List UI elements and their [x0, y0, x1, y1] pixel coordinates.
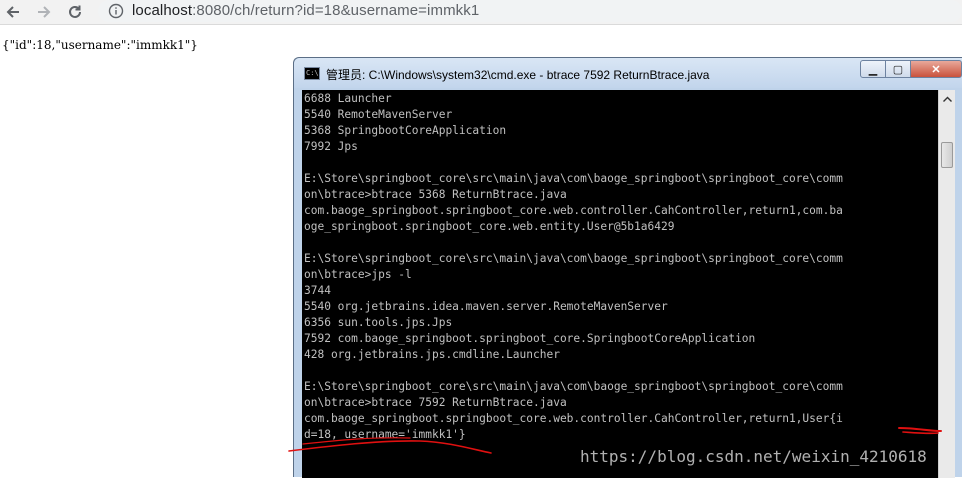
console-line: 7592 com.baoge_springboot.springboot_cor… — [304, 332, 756, 345]
console-line: 5368 SpringbootCoreApplication — [304, 124, 507, 137]
close-button[interactable]: ✕ — [910, 60, 962, 78]
scroll-up-button[interactable] — [939, 90, 955, 107]
console-output[interactable]: 6688 Launcher 5540 RemoteMavenServer 536… — [302, 90, 938, 478]
watermark-text: https://blog.csdn.net/weixin_4210618 — [580, 447, 927, 466]
close-icon: ✕ — [931, 63, 941, 76]
console-line: on\btrace>btrace 5368 ReturnBtrace.java — [304, 188, 567, 201]
url-text[interactable]: localhost:8080/ch/return?id=18&username=… — [132, 2, 479, 19]
console-line: on\btrace>btrace 7592 ReturnBtrace.java — [304, 396, 567, 409]
chevron-up-icon — [942, 96, 952, 102]
console-scrollbar[interactable] — [938, 90, 955, 478]
cmd-window: C:\ 管理员: C:\Windows\system32\cmd.exe - b… — [293, 57, 962, 478]
cmd-app-icon[interactable]: C:\ — [304, 67, 320, 80]
reload-icon — [69, 5, 81, 18]
url-host: localhost — [132, 2, 193, 19]
console-line: 6356 sun.tools.jps.Jps — [304, 316, 453, 329]
arrow-right-icon — [38, 6, 51, 18]
console-line: E:\Store\springboot_core\src\main\java\c… — [304, 252, 843, 265]
address-bar[interactable]: localhost:8080/ch/return?id=18&username=… — [98, 0, 962, 22]
back-button[interactable] — [2, 1, 24, 23]
console-line: com.baoge_springboot.springboot_core.web… — [304, 204, 843, 217]
console-line: com.baoge_springboot.springboot_core.web… — [304, 412, 843, 425]
cmd-window-title: 管理员: C:\Windows\system32\cmd.exe - btrac… — [326, 68, 710, 82]
browser-toolbar: localhost:8080/ch/return?id=18&username=… — [0, 0, 962, 25]
console-line: 5540 org.jetbrains.idea.maven.server.Rem… — [304, 300, 668, 313]
console-line: 7992 Jps — [304, 140, 358, 153]
reload-button[interactable] — [64, 1, 86, 23]
console-line: 428 org.jetbrains.jps.cmdline.Launcher — [304, 348, 560, 361]
scrollbar-thumb[interactable] — [941, 142, 953, 168]
console-line: on\btrace>jps -l — [304, 268, 412, 281]
minimize-icon: ▁ — [868, 63, 878, 76]
cmd-icon-text: C:\ — [306, 69, 319, 77]
json-response-text: {"id":18,"username":"immkk1"} — [2, 38, 198, 52]
maximize-icon: ▢ — [892, 63, 904, 76]
console-line: d=18, username='immkk1'} — [304, 428, 466, 441]
console-line: oge_springboot.springboot_core.web.entit… — [304, 220, 675, 233]
console-lines: 6688 Launcher 5540 RemoteMavenServer 536… — [304, 91, 843, 443]
minimize-button[interactable]: ▁ — [860, 60, 886, 78]
console-line: 3744 — [304, 284, 331, 297]
cmd-titlebar[interactable]: C:\ 管理员: C:\Windows\system32\cmd.exe - b… — [294, 58, 962, 88]
console-line: 6688 Launcher — [304, 92, 392, 105]
url-path: :8080/ch/return?id=18&username=immkk1 — [192, 2, 480, 19]
maximize-button[interactable]: ▢ — [885, 60, 911, 78]
console-line: 5540 RemoteMavenServer — [304, 108, 453, 121]
info-icon[interactable] — [108, 3, 124, 19]
console-line: E:\Store\springboot_core\src\main\java\c… — [304, 380, 843, 393]
console-line: E:\Store\springboot_core\src\main\java\c… — [304, 172, 843, 185]
forward-button[interactable] — [33, 1, 55, 23]
arrow-left-icon — [6, 6, 19, 18]
